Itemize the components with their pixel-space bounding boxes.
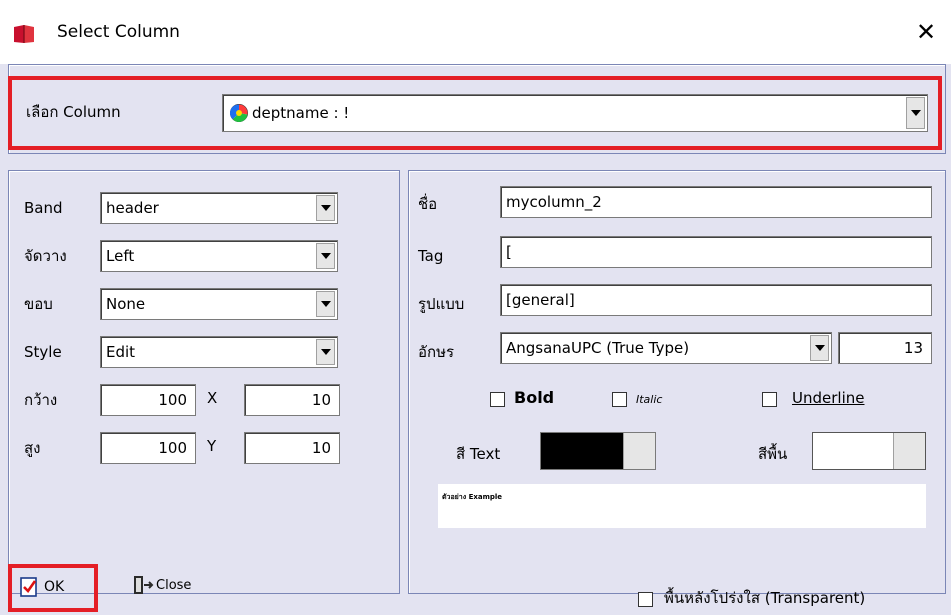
close-label: Close — [156, 577, 192, 593]
column-select-label: เลือก Column — [26, 103, 121, 121]
font-value: AngsanaUPC (True Type) — [506, 339, 690, 357]
check-document-icon — [20, 577, 37, 597]
layout-panel — [8, 170, 400, 594]
title-bar: Select Column ✕ — [0, 0, 951, 64]
style-dropdown[interactable]: Edit — [100, 336, 338, 368]
text-color-picker[interactable] — [540, 432, 656, 470]
column-select-value: deptname : ! — [252, 104, 350, 122]
background-color-picker[interactable] — [812, 432, 926, 470]
dropdown-arrow-icon[interactable] — [316, 339, 335, 365]
align-dropdown[interactable]: Left — [100, 240, 338, 272]
underline-label: Underline — [792, 389, 865, 407]
italic-checkbox[interactable] — [612, 392, 627, 407]
close-button[interactable]: Close — [132, 570, 222, 600]
border-value: None — [106, 295, 146, 313]
border-dropdown[interactable]: None — [100, 288, 338, 320]
height-label: สูง — [24, 439, 41, 457]
tag-input[interactable]: [ — [500, 236, 932, 268]
window-title: Select Column — [57, 22, 180, 42]
format-input[interactable]: [general] — [500, 284, 932, 316]
bold-label: Bold — [514, 388, 555, 407]
y-input[interactable]: 10 — [244, 432, 340, 464]
column-select-dropdown[interactable]: deptname : ! — [222, 94, 928, 132]
color-wheel-icon — [229, 104, 248, 122]
underline-checkbox[interactable] — [762, 392, 777, 407]
close-window-button[interactable]: ✕ — [908, 14, 944, 50]
width-input[interactable]: 100 — [100, 384, 196, 416]
x-input[interactable]: 10 — [244, 384, 340, 416]
style-label: Style — [24, 343, 62, 361]
band-value: header — [106, 199, 159, 217]
band-dropdown[interactable]: header — [100, 192, 338, 224]
dropdown-arrow-icon[interactable] — [906, 97, 925, 129]
text-color-button[interactable] — [623, 433, 655, 469]
height-input[interactable]: 100 — [100, 432, 196, 464]
background-color-swatch — [813, 433, 893, 469]
format-label: รูปแบบ — [418, 295, 465, 313]
properties-panel — [408, 170, 946, 594]
y-label: Y — [207, 437, 217, 455]
name-label: ชื่อ — [418, 195, 438, 213]
tag-label: Tag — [418, 247, 444, 265]
font-preview-box: ตัวอย่าง Example — [438, 484, 926, 528]
dropdown-arrow-icon[interactable] — [316, 243, 335, 269]
width-label: กว้าง — [24, 391, 58, 409]
bold-checkbox[interactable] — [490, 392, 505, 407]
text-color-label: สี Text — [456, 445, 501, 463]
font-dropdown[interactable]: AngsanaUPC (True Type) — [500, 332, 832, 364]
align-value: Left — [106, 247, 135, 265]
dropdown-arrow-icon[interactable] — [810, 335, 829, 361]
exit-door-icon — [134, 576, 154, 594]
border-label: ขอบ — [24, 295, 53, 313]
background-color-button[interactable] — [893, 433, 925, 469]
background-color-label: สีพื้น — [758, 445, 788, 463]
name-input[interactable]: mycolumn_2 — [500, 186, 932, 218]
font-size-input[interactable]: 13 — [838, 332, 932, 364]
ok-label: OK — [44, 579, 65, 595]
dropdown-arrow-icon[interactable] — [316, 291, 335, 317]
band-label: Band — [24, 199, 63, 217]
style-value: Edit — [106, 343, 136, 361]
italic-label: Italic — [636, 393, 663, 406]
dialog-body: เลือก Column deptname : ! Band header จั… — [0, 64, 951, 615]
text-color-swatch — [541, 433, 623, 469]
x-label: X — [207, 389, 218, 407]
align-label: จัดวาง — [24, 247, 67, 265]
font-label: อักษร — [418, 343, 455, 361]
book-icon — [14, 25, 34, 43]
transparent-checkbox[interactable] — [638, 592, 653, 607]
transparent-label: พื้นหลังโปร่งใส (Transparent) — [664, 589, 866, 607]
dropdown-arrow-icon[interactable] — [316, 195, 335, 221]
ok-button[interactable]: OK — [18, 572, 88, 602]
font-preview-text: ตัวอย่าง Example — [442, 493, 503, 501]
